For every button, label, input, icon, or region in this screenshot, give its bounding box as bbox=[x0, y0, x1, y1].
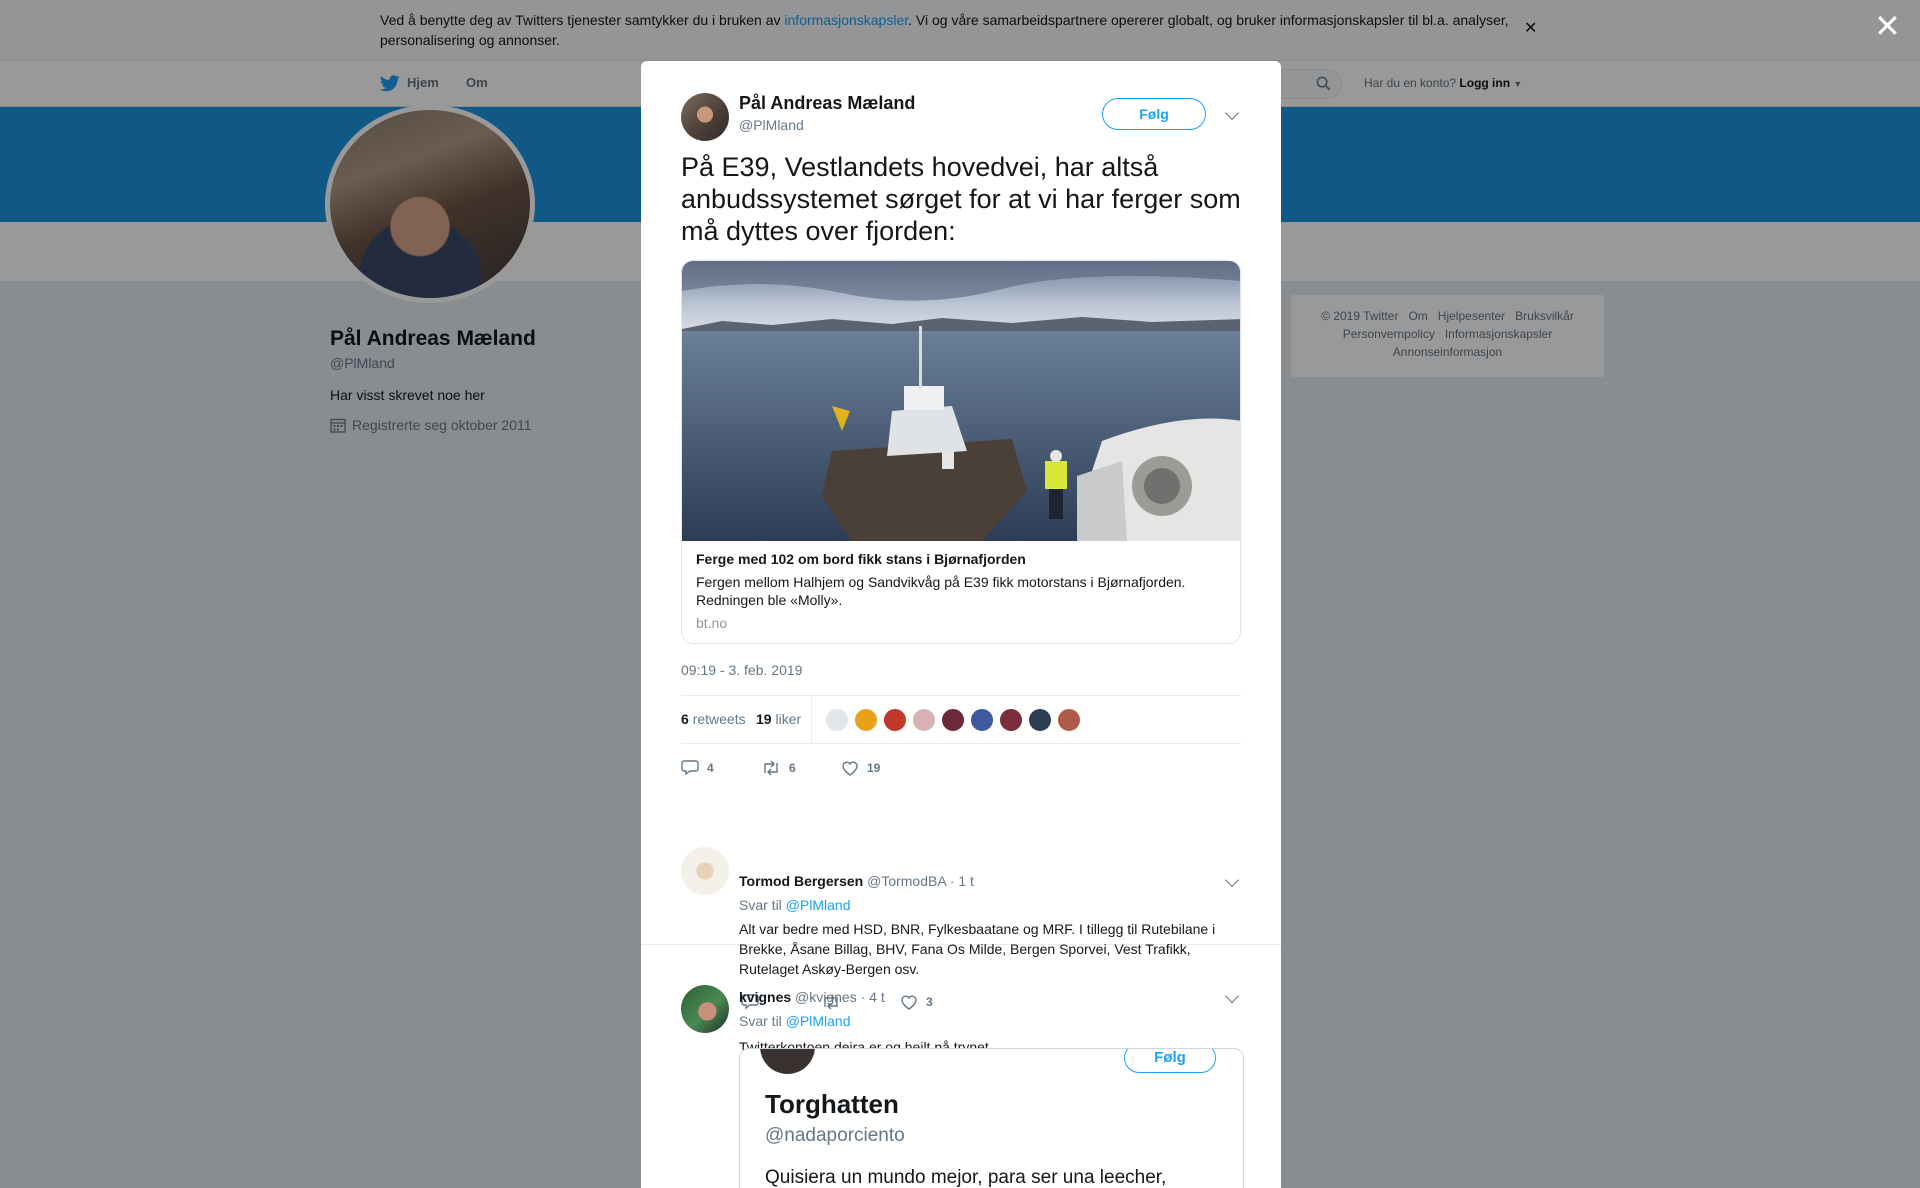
likes-stat[interactable]: 19 liker bbox=[756, 711, 801, 727]
likes-label: liker bbox=[775, 711, 802, 727]
reply-header: Tormod Bergersen @TormodBA · 1 t bbox=[739, 873, 974, 889]
retweet-count: 6 bbox=[789, 761, 796, 775]
embedded-text: Quisiera un mundo mejor, para ser una le… bbox=[765, 1167, 1167, 1188]
card-description: Fergen mellom Halhjem og Sandvikvåg på E… bbox=[696, 574, 1186, 608]
reply-count: 4 bbox=[707, 761, 714, 775]
author-avatar[interactable] bbox=[681, 93, 729, 141]
reply-header: kvignes @kvignes · 4 t bbox=[739, 989, 885, 1005]
reply-time[interactable]: · 4 t bbox=[861, 989, 885, 1005]
retweet-icon bbox=[764, 760, 778, 776]
reply-avatar[interactable] bbox=[681, 985, 729, 1033]
liker-avatar[interactable] bbox=[970, 708, 994, 732]
reply-time[interactable]: · 1 t bbox=[950, 873, 974, 889]
reply-to: Svar til @PlMland bbox=[739, 1013, 850, 1029]
retweets-stat[interactable]: 6 retweets bbox=[681, 711, 746, 727]
retweets-count: 6 bbox=[681, 711, 689, 727]
reply-handle[interactable]: @TormodBA bbox=[867, 873, 946, 889]
tweet-text: På E39, Vestlandets hovedvei, har altså … bbox=[681, 152, 1241, 246]
card-domain: bt.no bbox=[696, 615, 728, 631]
reply-icon bbox=[681, 760, 699, 776]
close-icon[interactable]: ✕ bbox=[1874, 10, 1901, 42]
liker-avatar[interactable] bbox=[883, 708, 907, 732]
chevron-down-icon[interactable] bbox=[1224, 872, 1240, 888]
chevron-down-icon[interactable] bbox=[1224, 105, 1240, 121]
follow-button[interactable]: Følg bbox=[1102, 98, 1206, 130]
like-count: 19 bbox=[867, 761, 881, 775]
reply-to: Svar til @PlMland bbox=[739, 897, 850, 913]
reply-handle[interactable]: @kvignes bbox=[795, 989, 857, 1005]
likes-count: 19 bbox=[756, 711, 772, 727]
reply-name[interactable]: kvignes bbox=[739, 989, 791, 1005]
embedded-handle: @nadaporciento bbox=[765, 1125, 905, 1146]
reply-to-handle[interactable]: @PlMland bbox=[786, 897, 851, 913]
reply-to-label: Svar til bbox=[739, 897, 782, 913]
reply-name[interactable]: Tormod Bergersen bbox=[739, 873, 863, 889]
embedded-name: Torghatten bbox=[765, 1089, 899, 1119]
heart-icon bbox=[842, 761, 858, 776]
reply-tweet[interactable]: Tormod Bergersen @TormodBA · 1 t Svar ti… bbox=[641, 797, 1281, 1010]
liker-avatar[interactable] bbox=[854, 708, 878, 732]
liker-avatar[interactable] bbox=[941, 708, 965, 732]
embedded-avatar bbox=[760, 1049, 815, 1074]
liker-avatar[interactable] bbox=[1028, 708, 1052, 732]
tweet-stats: 6 retweets 19 liker bbox=[681, 695, 1241, 744]
liker-avatar[interactable] bbox=[912, 708, 936, 732]
reply-button[interactable]: 4 bbox=[681, 759, 714, 777]
card-title: Ferge med 102 om bord fikk stans i Bjørn… bbox=[696, 551, 1026, 567]
retweets-label: retweets bbox=[692, 711, 746, 727]
tweet-actions: 4 6 19 bbox=[681, 751, 1241, 791]
author-handle[interactable]: @PlMland bbox=[739, 117, 804, 133]
retweet-button[interactable]: 6 bbox=[761, 759, 796, 777]
liker-avatar[interactable] bbox=[999, 708, 1023, 732]
author-name[interactable]: Pål Andreas Mæland bbox=[739, 93, 915, 114]
tweet-timestamp[interactable]: 09:19 - 3. feb. 2019 bbox=[681, 662, 802, 678]
reply-avatar[interactable] bbox=[681, 847, 729, 895]
tweet-modal: Pål Andreas Mæland @PlMland Følg På E39,… bbox=[641, 61, 1281, 1188]
reply-to-label: Svar til bbox=[739, 1013, 782, 1029]
like-button[interactable]: 19 bbox=[841, 759, 880, 777]
stats-divider bbox=[811, 696, 812, 743]
liker-avatar[interactable] bbox=[825, 708, 849, 732]
card-image bbox=[682, 261, 1240, 541]
chevron-down-icon[interactable] bbox=[1224, 988, 1240, 1004]
liker-avatar[interactable] bbox=[1057, 708, 1081, 732]
reply-to-handle[interactable]: @PlMland bbox=[786, 1013, 851, 1029]
embedded-screenshot[interactable]: Følg Torghatten @nadaporciento Quisiera … bbox=[739, 1048, 1244, 1188]
link-card[interactable]: Ferge med 102 om bord fikk stans i Bjørn… bbox=[681, 260, 1241, 644]
embedded-follow-button: Følg bbox=[1124, 1049, 1216, 1073]
